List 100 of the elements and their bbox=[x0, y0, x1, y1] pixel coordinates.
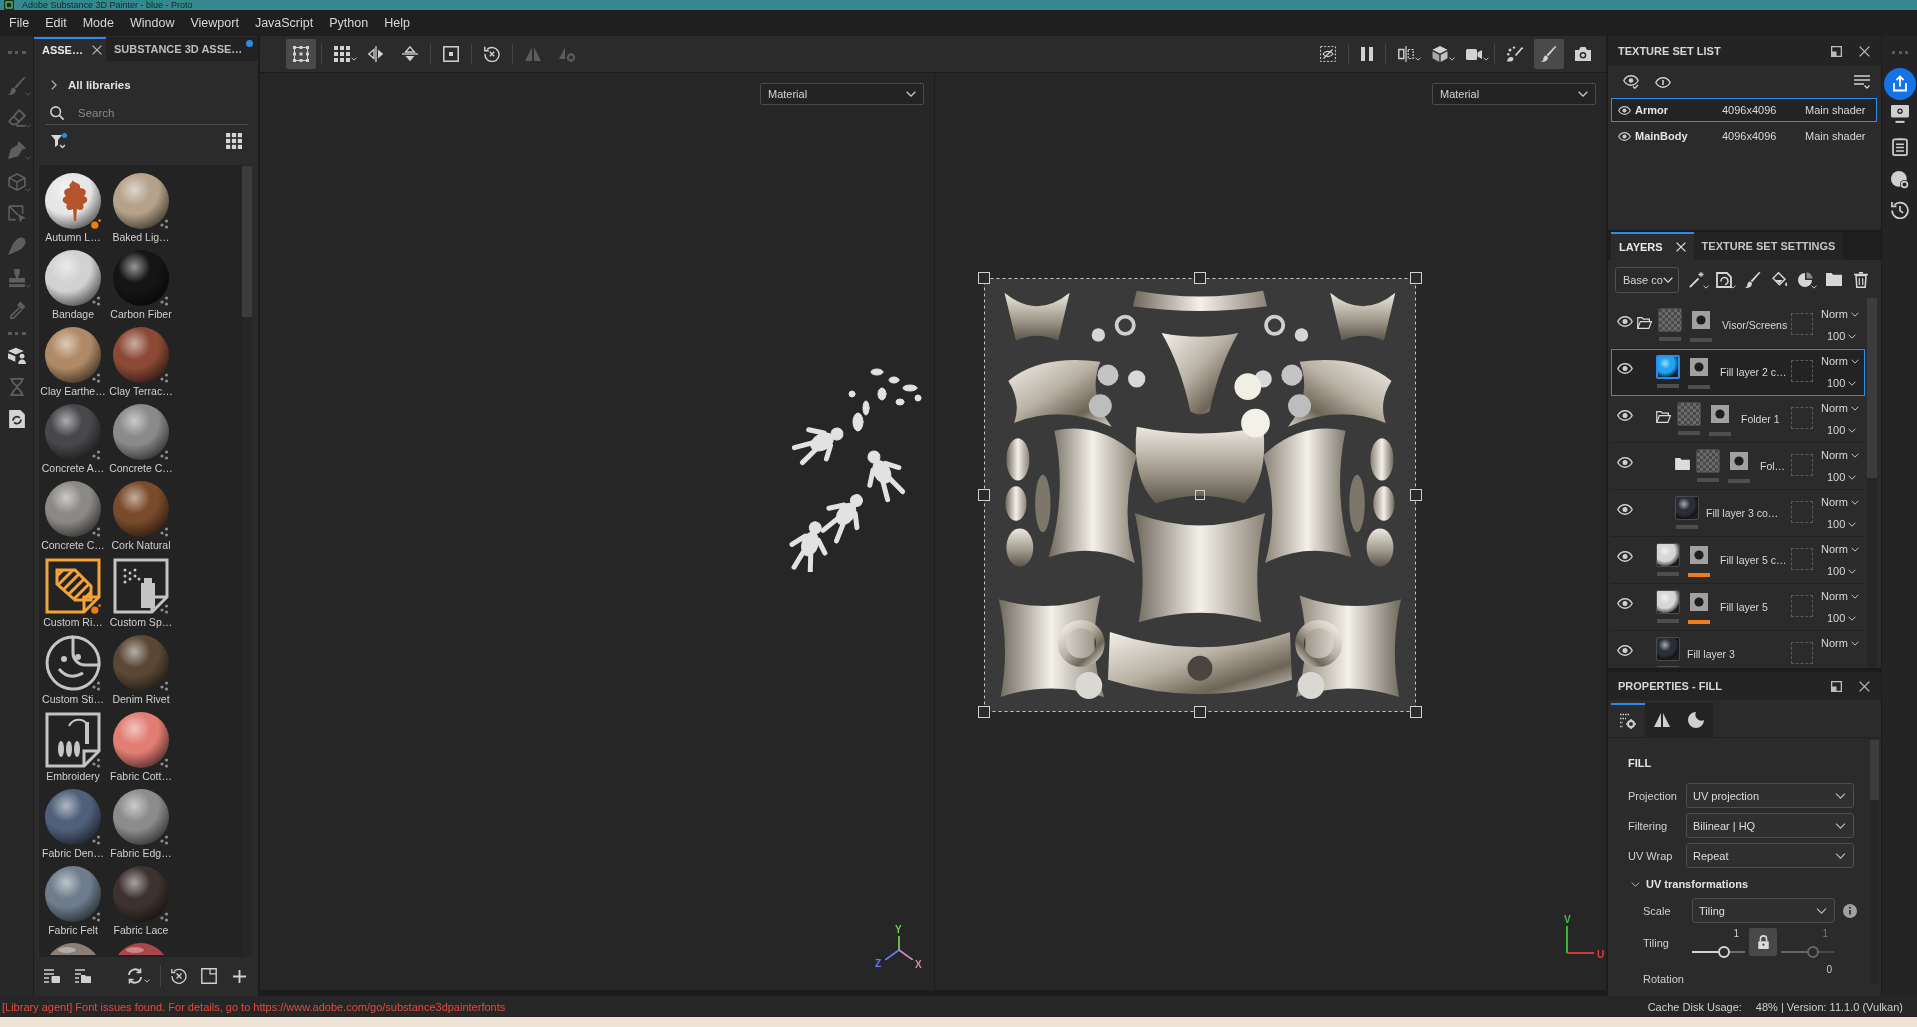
eye-icon[interactable] bbox=[1618, 105, 1631, 115]
chevron-down-icon[interactable] bbox=[1850, 499, 1859, 505]
layer-row[interactable]: Fill layer 3 co… Norm 100 bbox=[1611, 490, 1865, 537]
menu-item[interactable]: Edit bbox=[45, 16, 67, 30]
material-thumbnail[interactable] bbox=[113, 404, 169, 460]
scrollbar[interactable] bbox=[1867, 298, 1877, 667]
slider-track[interactable] bbox=[1692, 946, 1745, 958]
blend-mode-dropdown[interactable]: Norm bbox=[1821, 495, 1859, 509]
material-thumbnail[interactable] bbox=[113, 712, 169, 768]
brush-icon[interactable] bbox=[1745, 271, 1762, 288]
upload-icon[interactable] bbox=[1883, 68, 1916, 100]
select-dropdown[interactable]: Repeat bbox=[1686, 843, 1854, 868]
mask-thumbnail[interactable] bbox=[1711, 405, 1729, 423]
focus-square-icon[interactable] bbox=[443, 46, 459, 62]
material-thumbnail[interactable] bbox=[113, 866, 169, 922]
menu-item[interactable]: Python bbox=[329, 16, 369, 30]
menu-item[interactable]: Help bbox=[384, 16, 410, 30]
blend-mode-dropdown[interactable]: Norm bbox=[1821, 307, 1859, 321]
chevron-down-icon[interactable] bbox=[906, 91, 916, 97]
blend-mode-dropdown[interactable]: Norm bbox=[1821, 401, 1859, 415]
select-dropdown[interactable]: Tiling bbox=[1692, 898, 1835, 923]
chevron-down-icon[interactable] bbox=[1850, 311, 1859, 317]
mask-thumbnail[interactable] bbox=[1692, 311, 1710, 329]
material-thumbnail[interactable] bbox=[113, 635, 169, 691]
layer-row[interactable]: Folder 1 Norm 100 bbox=[1611, 396, 1865, 443]
menu-item[interactable]: Window bbox=[130, 16, 175, 30]
sphere-thumbnail[interactable] bbox=[1656, 543, 1680, 567]
mask-thumbnail[interactable] bbox=[1730, 452, 1748, 470]
chevron-down-icon[interactable] bbox=[1816, 907, 1827, 914]
layer-row[interactable]: Fol… Norm 100 bbox=[1611, 443, 1865, 490]
list-folder-icon[interactable] bbox=[75, 969, 91, 983]
opacity-dropdown[interactable]: 100 bbox=[1827, 517, 1857, 531]
material-thumbnail[interactable] bbox=[113, 481, 169, 537]
transform-handle[interactable] bbox=[1195, 490, 1205, 500]
nodes-square-icon[interactable] bbox=[286, 39, 316, 69]
trash-icon[interactable] bbox=[1854, 271, 1869, 288]
plus-icon[interactable] bbox=[233, 969, 246, 983]
opacity-dropdown[interactable]: 100 bbox=[1827, 376, 1857, 390]
blend-mode-dropdown[interactable]: Norm bbox=[1821, 589, 1859, 603]
view-mode-dropdown[interactable]: Material bbox=[760, 83, 924, 105]
panel-tab[interactable]: TEXTURE SET SETTINGS bbox=[1693, 232, 1844, 260]
chevron-down-icon[interactable] bbox=[1848, 427, 1857, 433]
chevron-down-icon[interactable] bbox=[1631, 881, 1640, 887]
blend-mode-dropdown[interactable]: Norm bbox=[1821, 542, 1859, 556]
list-box-icon[interactable] bbox=[44, 969, 60, 983]
flip-horizontal-icon[interactable] bbox=[368, 46, 384, 62]
eye-icon[interactable] bbox=[1617, 410, 1633, 421]
texture-set-row[interactable]: Armor 4096x4096 Main shader bbox=[1611, 98, 1877, 122]
transform-handle[interactable] bbox=[1194, 706, 1206, 718]
material-thumbnail[interactable] bbox=[45, 789, 101, 845]
channel-dropdown[interactable]: Base co bbox=[1615, 266, 1680, 293]
page-icon[interactable] bbox=[201, 968, 217, 984]
camera-icon[interactable] bbox=[1575, 47, 1591, 61]
pie-icon[interactable] bbox=[1797, 271, 1814, 288]
checker-thumbnail[interactable] bbox=[1696, 449, 1720, 473]
transform-handle[interactable] bbox=[978, 489, 990, 501]
layer-row[interactable]: Fill layer 5 c… Norm 100 bbox=[1611, 537, 1865, 584]
history-icon[interactable] bbox=[1890, 201, 1909, 219]
lock-button[interactable] bbox=[1749, 928, 1777, 956]
chevron-down-icon[interactable] bbox=[1850, 452, 1859, 458]
refresh-page-icon[interactable] bbox=[7, 410, 26, 428]
filter-icon[interactable] bbox=[51, 133, 67, 149]
chevron-right-icon[interactable] bbox=[51, 80, 57, 90]
panel-tab[interactable]: LAYERS bbox=[1611, 232, 1694, 260]
menu-item[interactable]: Viewport bbox=[190, 16, 239, 30]
sphere-thumbnail[interactable] bbox=[1656, 355, 1680, 379]
view-mode-dropdown[interactable]: Material bbox=[1432, 83, 1596, 105]
chevron-down-icon[interactable] bbox=[1850, 593, 1859, 599]
eye-icon[interactable] bbox=[1617, 645, 1633, 656]
sphere-thumbnail[interactable] bbox=[1675, 496, 1699, 520]
chevron-down-icon[interactable] bbox=[1850, 358, 1859, 364]
material-thumbnail[interactable] bbox=[113, 789, 169, 845]
chevron-down-icon[interactable] bbox=[1850, 640, 1859, 646]
open-folder-icon[interactable] bbox=[1637, 317, 1652, 329]
chevron-down-icon[interactable] bbox=[1663, 276, 1674, 283]
mask-thumbnail[interactable] bbox=[1690, 358, 1708, 376]
transform-handle[interactable] bbox=[978, 706, 990, 718]
folder-icon[interactable] bbox=[1675, 458, 1690, 470]
material-thumbnail[interactable] bbox=[45, 481, 101, 537]
pause-icon[interactable] bbox=[1361, 47, 1373, 61]
eye-icon[interactable] bbox=[1617, 598, 1633, 609]
transform-handle[interactable] bbox=[978, 272, 990, 284]
eye-icon[interactable] bbox=[1617, 551, 1633, 562]
close-icon[interactable] bbox=[1859, 45, 1870, 57]
opacity-dropdown[interactable]: 100 bbox=[1827, 329, 1857, 343]
chevron-down-icon[interactable] bbox=[1848, 615, 1857, 621]
monitor-icon[interactable] bbox=[1890, 105, 1909, 123]
menu-item[interactable]: Mode bbox=[82, 16, 114, 30]
material-thumbnail[interactable] bbox=[113, 250, 169, 306]
close-icon[interactable] bbox=[1859, 680, 1870, 692]
transform-handle[interactable] bbox=[1410, 272, 1422, 284]
blend-mode-dropdown[interactable]: Norm bbox=[1821, 354, 1859, 368]
menu-item[interactable]: JavaScript bbox=[254, 16, 314, 30]
chevron-down-icon[interactable] bbox=[1850, 405, 1859, 411]
globe-gear-icon[interactable] bbox=[1890, 171, 1909, 189]
properties-tab[interactable] bbox=[1679, 703, 1713, 737]
transform-handle[interactable] bbox=[1194, 272, 1206, 284]
opacity-dropdown[interactable]: 100 bbox=[1827, 423, 1857, 437]
grip-handle[interactable] bbox=[1891, 51, 1908, 54]
sphere-thumbnail[interactable] bbox=[1656, 590, 1680, 614]
